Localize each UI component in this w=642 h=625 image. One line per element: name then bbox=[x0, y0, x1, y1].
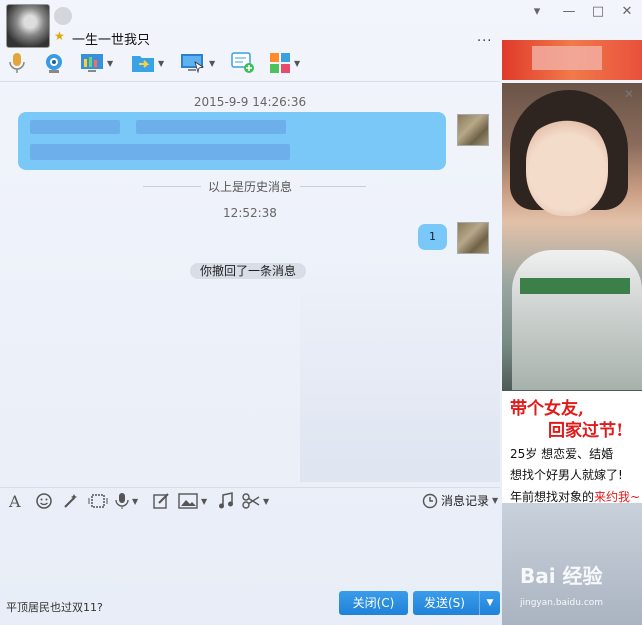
ad-close-icon[interactable]: ✕ bbox=[624, 87, 634, 101]
dropdown-icon[interactable]: ▾ bbox=[526, 4, 548, 20]
ad-photo-jacket bbox=[512, 250, 642, 390]
ad-banner-top[interactable] bbox=[502, 40, 642, 80]
chat-window: ★ 一生一世我只 ▾ — □ ✕ ··· ▼ ▼ ▼ ▼ 2015-9-9 14… bbox=[0, 0, 642, 625]
send-options-chevron-icon[interactable]: ▼ bbox=[479, 591, 500, 615]
ad-line-3-prefix: 年前想找对象的 bbox=[510, 490, 595, 504]
screen-share-icon[interactable]: ▼ bbox=[80, 50, 113, 76]
close-button[interactable]: 关闭(C) bbox=[339, 591, 408, 615]
watermark-logo: Bai 经验 bbox=[520, 564, 603, 588]
more-icon[interactable]: ··· bbox=[477, 34, 492, 49]
chevron-down-icon[interactable]: ▼ bbox=[158, 59, 164, 68]
remote-desktop-icon[interactable]: ▼ bbox=[180, 50, 215, 76]
message-history-button[interactable]: 消息记录 ▼ bbox=[422, 492, 498, 509]
watermark-url: jingyan.baidu.com bbox=[520, 598, 604, 608]
ad-line-3-highlight: 来约我~ bbox=[594, 490, 641, 504]
webcam-icon[interactable] bbox=[43, 50, 65, 76]
chevron-down-icon[interactable]: ▼ bbox=[263, 497, 269, 506]
add-message-icon[interactable] bbox=[231, 50, 255, 76]
ad-text-panel[interactable]: 带个女友, 回家过节! 25岁 想恋爱、结婚 想找个好男人就嫁了! 年前想找对象… bbox=[502, 391, 642, 504]
message-timestamp: 2015-9-9 14:26:36 bbox=[193, 95, 307, 109]
microphone-icon[interactable] bbox=[8, 50, 26, 76]
chevron-down-icon[interactable]: ▼ bbox=[132, 497, 138, 506]
send-button[interactable]: 发送(S) ▼ bbox=[413, 591, 500, 615]
ad-photo-stripe bbox=[520, 278, 630, 294]
voice-message-icon[interactable]: ▼ bbox=[115, 491, 138, 511]
scissors-icon[interactable]: ▼ bbox=[242, 491, 269, 511]
edit-icon[interactable] bbox=[152, 491, 170, 511]
history-divider-label: 以上是历史消息 bbox=[207, 180, 292, 194]
chevron-down-icon[interactable]: ▼ bbox=[209, 59, 215, 68]
close-icon[interactable]: ✕ bbox=[616, 4, 638, 20]
magic-wand-icon[interactable] bbox=[62, 491, 80, 511]
image-icon[interactable]: ▼ bbox=[178, 491, 207, 511]
contact-name[interactable]: 一生一世我只 bbox=[72, 29, 150, 48]
ad-headline-2: 回家过节! bbox=[548, 421, 624, 441]
recall-notice: 你撤回了一条消息 bbox=[190, 263, 307, 279]
minimize-icon[interactable]: — bbox=[558, 4, 580, 20]
message-input[interactable] bbox=[0, 514, 500, 589]
chevron-down-icon[interactable]: ▼ bbox=[201, 497, 207, 506]
chevron-down-icon[interactable]: ▼ bbox=[107, 59, 113, 68]
message-timestamp: 12:52:38 bbox=[223, 206, 277, 220]
background-image bbox=[300, 262, 500, 482]
message-bubble-sent[interactable]: 1 bbox=[418, 224, 447, 250]
music-icon[interactable] bbox=[217, 491, 235, 511]
ad-photo-face bbox=[526, 118, 608, 216]
sender-avatar[interactable] bbox=[457, 114, 489, 146]
status-text[interactable]: 平顶居民也过双11? bbox=[6, 599, 103, 615]
emoji-icon[interactable] bbox=[35, 491, 53, 511]
font-icon[interactable]: A bbox=[7, 491, 25, 511]
file-transfer-icon[interactable]: ▼ bbox=[131, 50, 164, 76]
divider bbox=[300, 186, 366, 187]
apps-icon[interactable]: ▼ bbox=[269, 50, 300, 76]
star-icon: ★ bbox=[54, 29, 65, 43]
clock-icon bbox=[422, 493, 438, 508]
ad-line-2: 想找个好男人就嫁了! bbox=[510, 468, 623, 482]
status-icon bbox=[54, 7, 72, 25]
input-toolbar: A ▼ ▼ ▼ 消息记录 ▼ bbox=[0, 487, 500, 514]
message-bubble-received[interactable] bbox=[18, 112, 446, 170]
chevron-down-icon[interactable]: ▼ bbox=[294, 59, 300, 68]
contact-avatar[interactable] bbox=[6, 4, 50, 48]
screenshot-icon[interactable] bbox=[88, 491, 108, 511]
svg-text:A: A bbox=[8, 492, 21, 510]
ad-line-1: 25岁 想恋爱、结婚 bbox=[510, 447, 614, 461]
my-avatar[interactable] bbox=[457, 222, 489, 254]
maximize-icon[interactable]: □ bbox=[587, 4, 609, 20]
chevron-down-icon[interactable]: ▼ bbox=[492, 496, 498, 505]
send-button-label: 发送(S) bbox=[424, 596, 465, 610]
message-list[interactable]: 2015-9-9 14:26:36 以上是历史消息 12:52:38 1 你撤回… bbox=[0, 82, 500, 486]
message-history-label: 消息记录 bbox=[441, 494, 490, 508]
